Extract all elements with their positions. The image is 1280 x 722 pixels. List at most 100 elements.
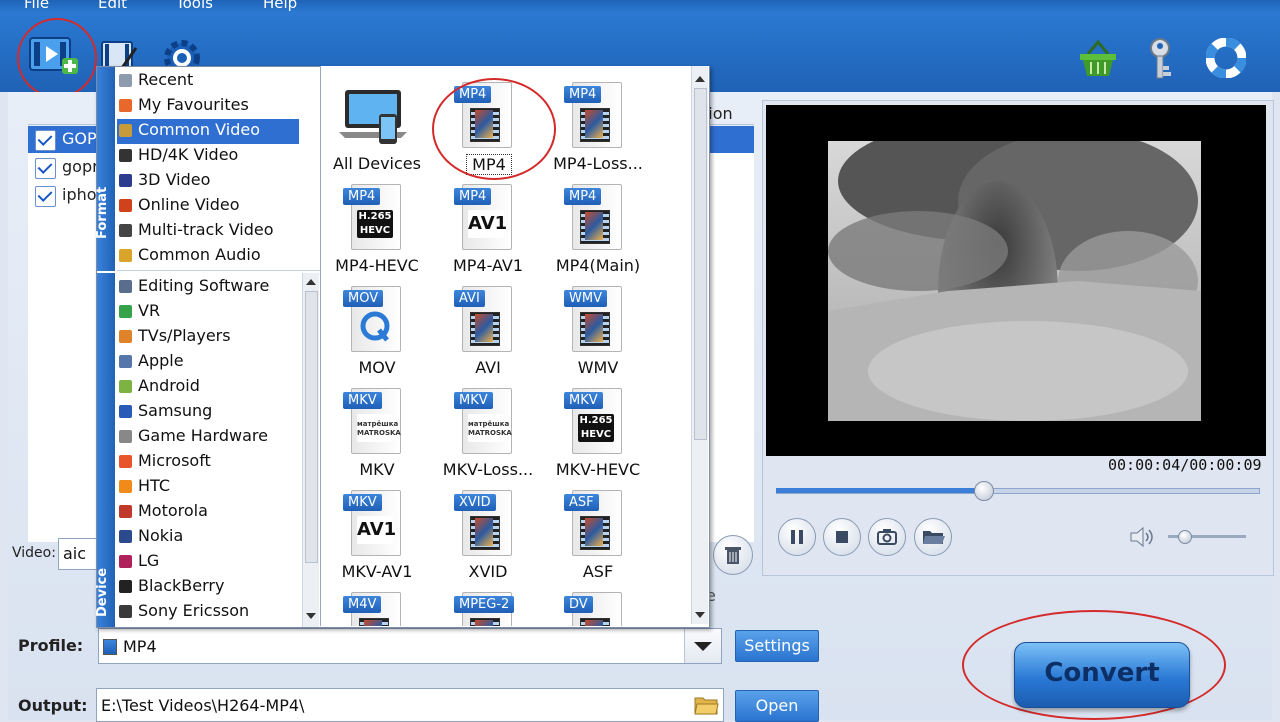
- device-tab[interactable]: Device: [95, 273, 115, 627]
- category-divider: [117, 270, 321, 271]
- format-item[interactable]: WMV WMV: [542, 284, 654, 380]
- category-item[interactable]: Nokia: [117, 525, 299, 550]
- category-item[interactable]: TVs/Players: [117, 325, 299, 350]
- category-item[interactable]: Common Video: [117, 119, 299, 144]
- category-label: VR: [138, 301, 161, 320]
- menu-help[interactable]: Help: [263, 0, 297, 12]
- category-item[interactable]: Samsung: [117, 400, 299, 425]
- seek-handle[interactable]: [974, 481, 994, 501]
- format-item[interactable]: матрёшка MATROSKA MKV MKV-Loss...: [432, 386, 544, 482]
- category-item[interactable]: HD/4K Video: [117, 144, 299, 169]
- format-label: MP4-HEVC: [335, 256, 419, 275]
- format-label: MOV: [358, 358, 396, 377]
- format-item[interactable]: DV: [542, 590, 654, 626]
- category-item[interactable]: Motorola: [117, 500, 299, 525]
- format-item[interactable]: MOV MOV: [321, 284, 433, 380]
- category-item[interactable]: Common Audio: [117, 244, 299, 269]
- category-scroll-thumb[interactable]: [305, 291, 318, 563]
- category-scrollbar[interactable]: [302, 273, 319, 627]
- format-label: MKV: [359, 460, 395, 479]
- matroska-logo-icon: матрёшка MATROSKA: [468, 414, 512, 442]
- format-label: MP4-AV1: [452, 256, 524, 275]
- format-item[interactable]: MP4 MP4-Loss...: [542, 80, 654, 176]
- output-label: Output:: [18, 696, 88, 715]
- video-codec-label: Video:: [12, 545, 56, 561]
- format-label: MP4(Main): [555, 256, 641, 275]
- scroll-up-icon[interactable]: [695, 76, 705, 82]
- motorola-icon: [119, 505, 132, 518]
- category-label: LG: [138, 551, 160, 570]
- category-item[interactable]: VR: [117, 300, 299, 325]
- shop-basket-icon[interactable]: [1076, 38, 1120, 78]
- category-item[interactable]: BlackBerry: [117, 575, 299, 600]
- format-item[interactable]: ASF ASF: [542, 488, 654, 584]
- menu-file[interactable]: File: [24, 0, 49, 12]
- editing-icon: [119, 280, 132, 293]
- dropdown-arrow-button[interactable]: [684, 629, 721, 663]
- format-tab[interactable]: Format: [95, 67, 115, 271]
- film-frame-icon: [475, 314, 493, 342]
- settings-button[interactable]: Settings: [735, 630, 819, 662]
- volume-speaker-icon[interactable]: [1128, 525, 1156, 549]
- format-item[interactable]: XVID XVID: [432, 488, 544, 584]
- category-item[interactable]: Sony Ericsson: [117, 600, 299, 625]
- film-frame-icon: [585, 314, 603, 342]
- category-item[interactable]: Microsoft: [117, 450, 299, 475]
- checkbox[interactable]: [35, 130, 56, 151]
- category-item[interactable]: HTC: [117, 475, 299, 500]
- profile-dropdown[interactable]: MP4: [98, 628, 722, 664]
- category-item[interactable]: Multi-track Video: [117, 219, 299, 244]
- checkbox[interactable]: [35, 186, 56, 207]
- register-key-icon[interactable]: [1146, 36, 1180, 80]
- av1-badge-icon: AV1: [357, 516, 396, 544]
- help-lifebuoy-icon[interactable]: [1205, 37, 1247, 79]
- scroll-down-icon[interactable]: [306, 613, 316, 619]
- category-item[interactable]: Apple: [117, 350, 299, 375]
- category-item[interactable]: Game Hardware: [117, 425, 299, 450]
- volume-handle[interactable]: [1178, 530, 1192, 544]
- category-item[interactable]: Recent: [117, 69, 299, 94]
- format-item[interactable]: H.265 HEVC MKV MKV-HEVC: [542, 386, 654, 482]
- category-item[interactable]: Editing Software: [117, 275, 299, 300]
- snapshot-button[interactable]: [868, 518, 906, 556]
- open-folder-button[interactable]: [914, 518, 952, 556]
- format-item[interactable]: MPEG-2: [432, 590, 544, 626]
- heart-icon: [119, 99, 132, 112]
- format-item[interactable]: M4V: [321, 590, 433, 626]
- scroll-up-icon[interactable]: [306, 279, 316, 285]
- open-button[interactable]: Open: [735, 690, 819, 722]
- category-label: Apple: [138, 351, 184, 370]
- format-tag: XVID: [454, 494, 496, 511]
- menu-edit[interactable]: Edit: [98, 0, 127, 12]
- pause-button[interactable]: [778, 518, 816, 556]
- category-item[interactable]: Android: [117, 375, 299, 400]
- category-label: HTC: [138, 476, 171, 495]
- stop-button[interactable]: [823, 518, 861, 556]
- format-item[interactable]: AV1 MKV MKV-AV1: [321, 488, 433, 584]
- sony-ericsson-icon: [119, 605, 132, 618]
- category-item[interactable]: LG: [117, 550, 299, 575]
- format-scrollbar[interactable]: [691, 66, 708, 624]
- output-path-field[interactable]: E:\Test Videos\H264-MP4\: [96, 688, 724, 722]
- profile-label: Profile:: [18, 636, 84, 655]
- menu-bar: File Edit Tools Help: [0, 0, 1280, 12]
- format-scroll-thumb[interactable]: [694, 88, 707, 440]
- format-item[interactable]: All Devices: [321, 80, 433, 176]
- music-note-icon: [119, 249, 132, 262]
- browse-folder-icon[interactable]: [693, 694, 719, 716]
- delete-button[interactable]: [713, 535, 753, 575]
- stop-icon: [836, 531, 848, 543]
- category-label: Sony Ericsson: [138, 601, 250, 620]
- android-icon: [119, 380, 132, 393]
- nokia-icon: [119, 530, 132, 543]
- menu-tools[interactable]: Tools: [176, 0, 213, 12]
- category-item[interactable]: My Favourites: [117, 94, 299, 119]
- convert-button[interactable]: Convert: [1014, 642, 1190, 708]
- format-item[interactable]: матрёшка MATROSKA MKV MKV: [321, 386, 433, 482]
- checkbox[interactable]: [35, 158, 56, 179]
- film-icon: [119, 124, 132, 137]
- format-item[interactable]: AVI AVI: [432, 284, 544, 380]
- scroll-down-icon[interactable]: [695, 612, 705, 618]
- file-row[interactable]: ipho: [28, 182, 754, 209]
- category-label: TVs/Players: [138, 326, 231, 345]
